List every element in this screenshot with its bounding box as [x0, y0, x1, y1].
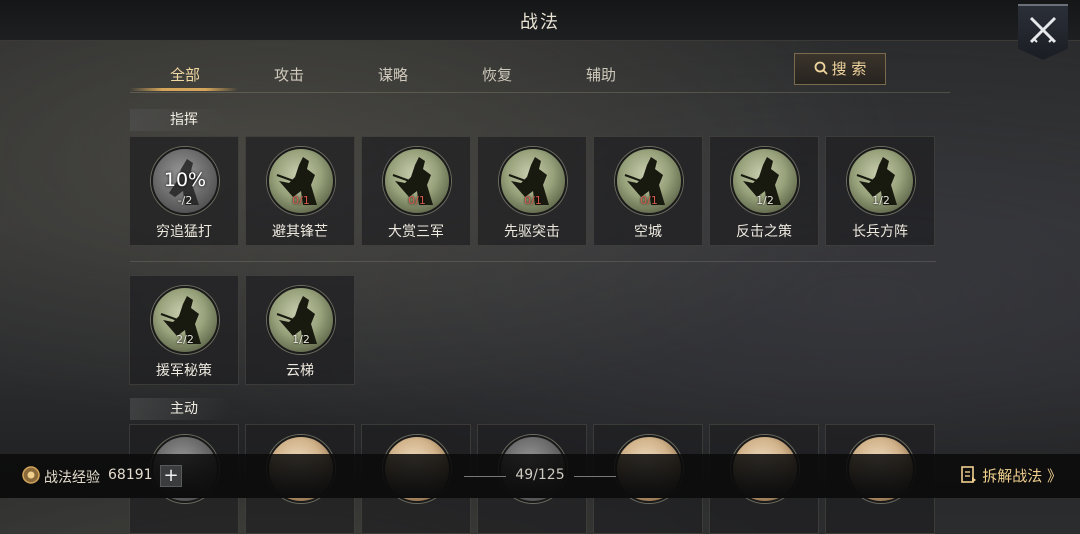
exp-value: 68191 [108, 467, 153, 483]
section-command-label: 指挥 [130, 109, 230, 131]
bottom-bar: 战法经验 68191 + 49/125 拆解战法 》 [0, 454, 1080, 498]
tactic-name: 云梯 [286, 363, 314, 379]
exp-label: 战法经验 [44, 470, 100, 486]
disassemble-button[interactable]: 拆解战法 》 [960, 465, 1062, 487]
tab-recovery[interactable]: 恢复 [442, 64, 552, 85]
tactic-portrait: 0/1 [499, 147, 567, 215]
tactic-portrait: 1/2 [847, 147, 915, 215]
tactic-level: 0/1 [524, 194, 542, 207]
tactic-name: 空城 [634, 224, 662, 240]
tab-attack[interactable]: 攻击 [234, 64, 344, 85]
search-label: 搜 索 [831, 60, 867, 78]
tactic-name: 先驱突击 [504, 224, 560, 240]
tactic-portrait: 10% -/2 [151, 147, 219, 215]
active-tab-underline [130, 88, 238, 91]
tactic-portrait: 0/1 [267, 147, 335, 215]
tactic-card[interactable]: 0/1 避其锋芒 [245, 136, 355, 246]
tactic-portrait: 2/2 [151, 286, 219, 354]
page-divider-right [574, 476, 616, 477]
close-button[interactable] [1018, 4, 1068, 60]
tactic-card[interactable]: 0/1 空城 [593, 136, 703, 246]
tactic-name: 穷追猛打 [156, 224, 212, 240]
add-exp-button[interactable]: + [160, 465, 182, 487]
tactic-level: 0/1 [292, 194, 310, 207]
section-active-label: 主动 [130, 398, 230, 420]
tactic-name: 大赏三军 [388, 224, 444, 240]
tactic-level: 1/2 [872, 194, 890, 207]
tactic-card[interactable]: 0/1 先驱突击 [477, 136, 587, 246]
tactic-level: 1/2 [756, 194, 774, 207]
search-button[interactable]: 搜 索 [794, 53, 886, 85]
disassemble-label: 拆解战法 》 [982, 467, 1062, 485]
page-title: 战法 [520, 12, 560, 33]
tactic-card[interactable]: 2/2 援军秘策 [129, 275, 239, 385]
top-bar: 战法 [0, 0, 1080, 41]
tactic-name: 反击之策 [736, 224, 792, 240]
tactic-level: 2/2 [176, 333, 194, 346]
document-icon [960, 465, 978, 488]
tactic-card[interactable]: 10% -/2 穷追猛打 [129, 136, 239, 246]
crossed-swords-icon [1029, 16, 1057, 44]
tactic-level: 0/1 [408, 194, 426, 207]
tactic-card[interactable]: 1/2 云梯 [245, 275, 355, 385]
row-divider [130, 261, 936, 262]
tactic-level: 1/2 [292, 333, 310, 346]
tactic-portrait: 1/2 [267, 286, 335, 354]
tactic-level: -/2 [177, 194, 193, 207]
tactic-card[interactable]: 0/1 大赏三军 [361, 136, 471, 246]
tactic-name: 长兵方阵 [852, 224, 908, 240]
tab-all[interactable]: 全部 [130, 64, 240, 85]
tactic-card[interactable]: 1/2 反击之策 [709, 136, 819, 246]
tactic-portrait: 1/2 [731, 147, 799, 215]
search-icon [814, 55, 828, 85]
page-count: 49/125 [515, 467, 565, 483]
experience-icon [22, 466, 40, 488]
tactic-name: 避其锋芒 [272, 224, 328, 240]
progress-percent: 10% [163, 169, 207, 191]
tactic-card[interactable]: 1/2 长兵方阵 [825, 136, 935, 246]
tactic-level: 0/1 [640, 194, 658, 207]
tab-strategy[interactable]: 谋略 [338, 64, 448, 85]
tactic-name: 援军秘策 [156, 363, 212, 379]
tab-support[interactable]: 辅助 [546, 64, 656, 85]
tactic-portrait: 0/1 [615, 147, 683, 215]
tactic-portrait: 0/1 [383, 147, 451, 215]
